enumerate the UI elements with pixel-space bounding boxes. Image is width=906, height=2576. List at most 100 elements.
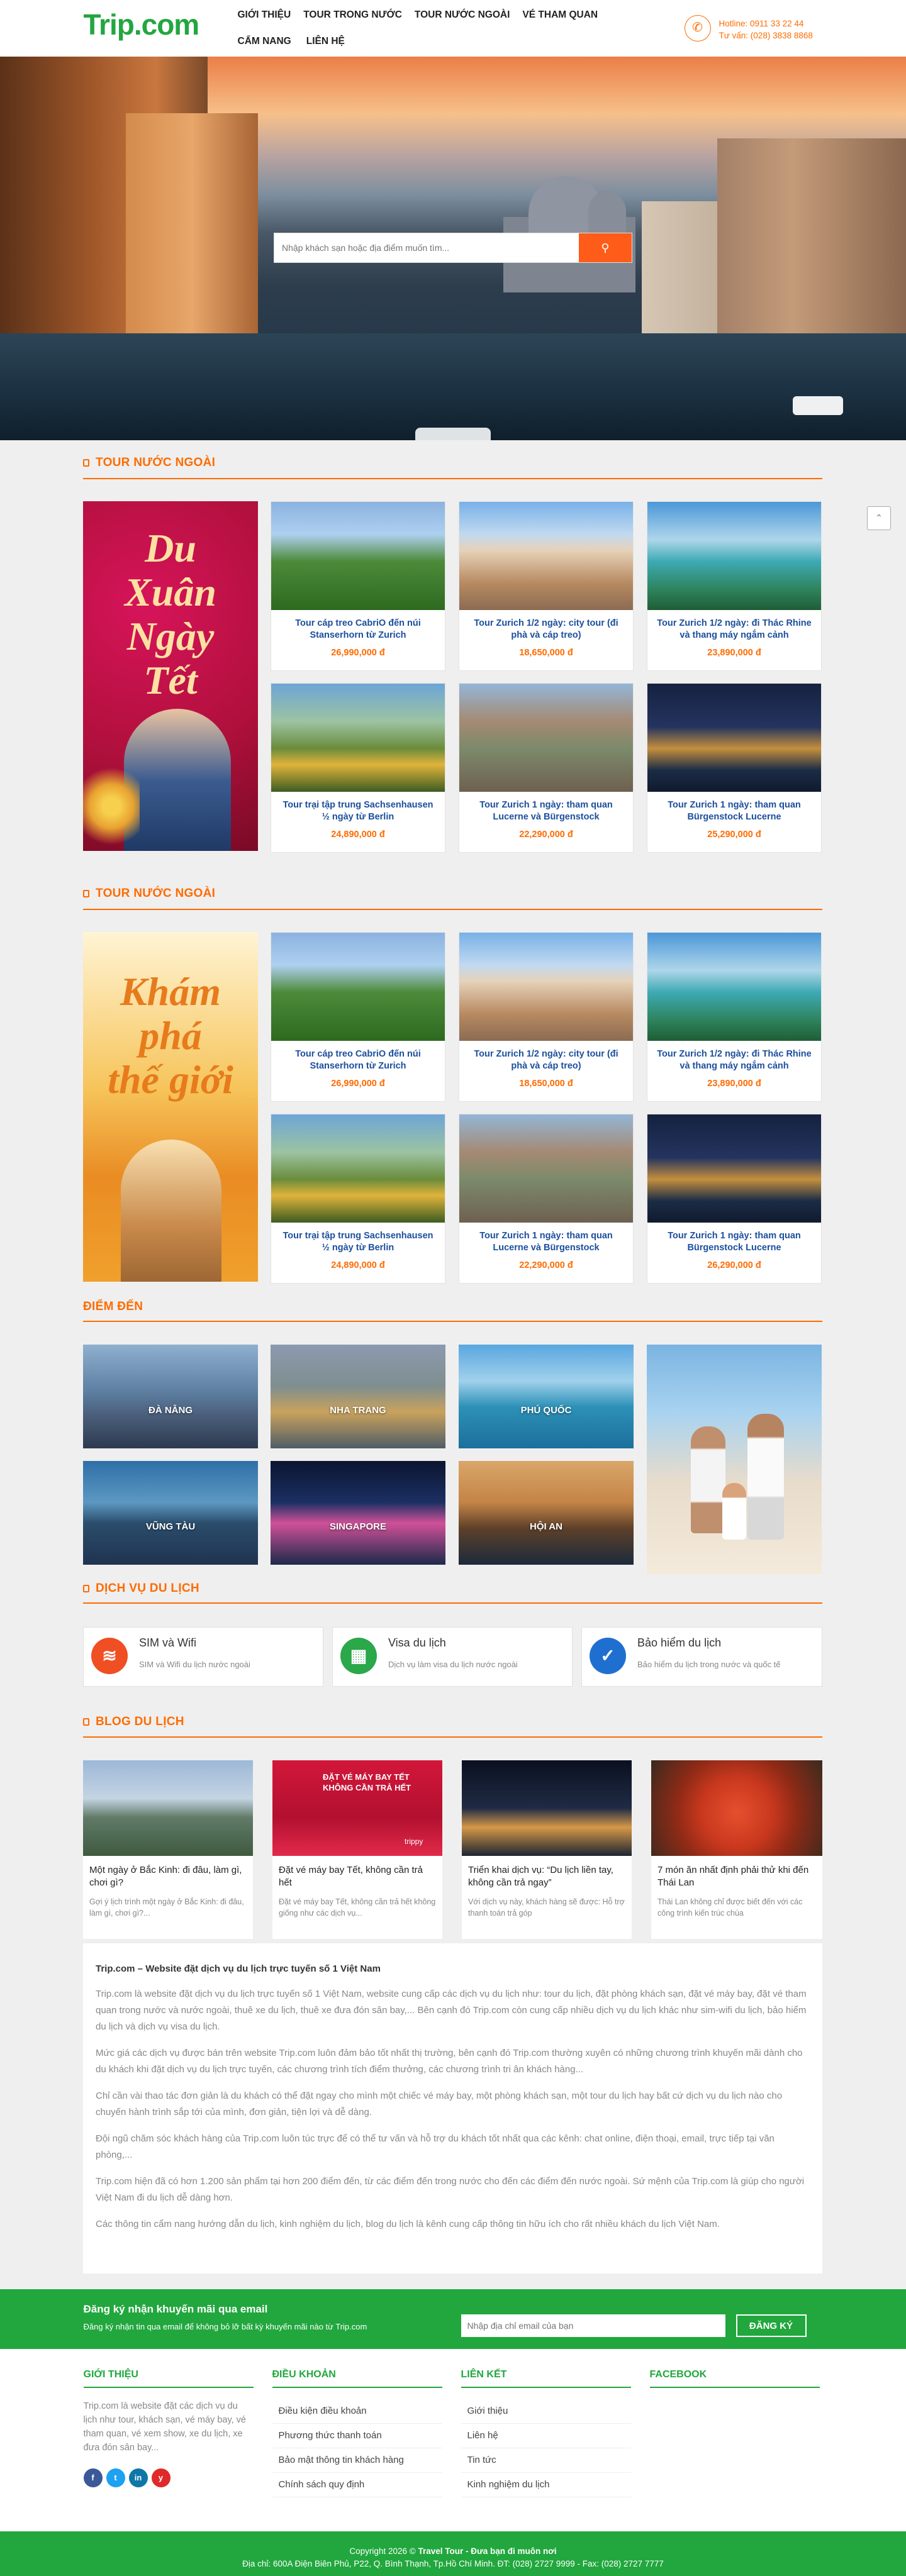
twitter-icon[interactable]: t	[106, 2468, 125, 2487]
promo-banner-explore[interactable]: Khám phá thế giới	[83, 932, 258, 1282]
blog-title[interactable]: Một ngày ở Bắc Kinh: đi đâu, làm gì, chơ…	[89, 1864, 247, 1889]
footer-link[interactable]: Điều kiện điều khoản	[272, 2399, 442, 2424]
service-title[interactable]: SIM và Wifi	[139, 1636, 196, 1650]
tour-name[interactable]: Tour Zurich 1/2 ngày: city tour (đi phà …	[467, 618, 625, 641]
destination-card[interactable]: HỘI AN	[459, 1461, 634, 1565]
footer-link[interactable]: Bảo mật thông tin khách hàng	[272, 2448, 442, 2473]
destination-card[interactable]: ĐÀ NẴNG	[83, 1345, 258, 1448]
footer-heading: ĐIỀU KHOẢN	[272, 2369, 442, 2388]
tour-price: 23,890,000 đ	[707, 1079, 761, 1089]
site-footer: GIỚI THIỆU Trip.com là website đặt các d…	[0, 2349, 906, 2531]
copyright-year: Copyright 2026 ©	[349, 2546, 418, 2556]
tour-name[interactable]: Tour Zurich 1 ngày: tham quan Lucerne và…	[467, 799, 625, 823]
blog-post[interactable]: ĐẶT VÉ MÁY BAY TẾT KHÔNG CẦN TRẢ HẾT trip…	[272, 1760, 442, 1939]
blog-image-text: ĐẶT VÉ MÁY BAY TẾT KHÔNG CẦN TRẢ HẾT	[323, 1772, 411, 1792]
service-title[interactable]: Bảo hiểm du lịch	[637, 1636, 721, 1650]
blog-post[interactable]: Một ngày ở Bắc Kinh: đi đâu, làm gì, chơ…	[83, 1760, 253, 1939]
tour-card[interactable]: Tour Zurich 1/2 ngày: đi Thác Rhine và t…	[647, 501, 822, 671]
destination-card[interactable]: NHA TRANG	[271, 1345, 445, 1448]
copyright-bar: Copyright 2026 © Travel Tour - Đưa bạn đ…	[0, 2531, 906, 2576]
service-card-sim-wifi[interactable]: ≋ SIM và Wifi SIM và Wifi du lịch nước n…	[83, 1627, 323, 1687]
facebook-icon[interactable]: f	[83, 2468, 103, 2487]
destination-label: ĐÀ NẴNG	[148, 1405, 193, 1416]
tour-name[interactable]: Tour trại tập trung Sachsenhausen ½ ngày…	[279, 799, 437, 823]
tour-name[interactable]: Tour trại tập trung Sachsenhausen ½ ngày…	[279, 1230, 437, 1254]
blog-title[interactable]: Đặt vé máy bay Tết, không cần trả hết	[279, 1864, 436, 1889]
footer-col-terms: ĐIỀU KHOẢN Điều kiện điều khoản Phương t…	[272, 2369, 442, 2497]
youtube-icon[interactable]: y	[151, 2468, 171, 2487]
destination-card[interactable]: PHÚ QUỐC	[459, 1345, 634, 1448]
blog-post[interactable]: Triển khai dịch vụ: “Du lịch liền tay, k…	[462, 1760, 632, 1939]
tour-card[interactable]: Tour Zurich 1 ngày: tham quan Bürgenstoc…	[647, 683, 822, 853]
visa-icon: ▦	[340, 1638, 377, 1674]
about-paragraph: Đội ngũ chăm sóc khách hàng của Trip.com…	[96, 2133, 775, 2160]
tour-price: 18,650,000 đ	[519, 1079, 573, 1089]
tour-image	[459, 1114, 633, 1223]
footer-address: Địa chỉ: 600A Điện Biên Phủ, P22, Q. Bìn…	[242, 2559, 664, 2568]
footer-about-text: Trip.com là website đặt các dịch vụ du l…	[83, 2401, 247, 2453]
footer-link[interactable]: Liên hệ	[461, 2424, 631, 2448]
newsletter-subscribe-button[interactable]: ĐĂNG KÝ	[735, 2314, 807, 2337]
tour-name[interactable]: Tour cáp treo CabriO đến núi Stanserhorn…	[279, 1048, 437, 1072]
tour-name[interactable]: Tour Zurich 1/2 ngày: city tour (đi phà …	[467, 1048, 625, 1072]
tour-price: 26,990,000 đ	[331, 648, 385, 658]
section-title-services: DỊCH VỤ DU LỊCH	[83, 1582, 199, 1596]
destination-feature-image[interactable]	[647, 1345, 822, 1574]
service-card-visa[interactable]: ▦ Visa du lịch Dịch vụ làm visa du lịch …	[332, 1627, 573, 1687]
tour-card[interactable]: Tour trại tập trung Sachsenhausen ½ ngày…	[271, 1114, 445, 1284]
destination-card[interactable]: VŨNG TÀU	[83, 1461, 258, 1565]
footer-link[interactable]: Chính sách quy định	[272, 2473, 442, 2497]
blog-image: ĐẶT VÉ MÁY BAY TẾT KHÔNG CẦN TRẢ HẾT trip…	[272, 1760, 442, 1856]
tour-card[interactable]: Tour Zurich 1 ngày: tham quan Lucerne và…	[459, 1114, 634, 1284]
tour-card[interactable]: Tour cáp treo CabriO đến núi Stanserhorn…	[271, 932, 445, 1102]
service-desc: SIM và Wifi du lịch nước ngoài	[139, 1660, 250, 1669]
destination-label: VŨNG TÀU	[145, 1521, 196, 1532]
social-links: f t in y	[83, 2468, 254, 2487]
blog-image	[651, 1760, 822, 1856]
tour-image	[459, 502, 633, 610]
section-title-blog: BLOG DU LỊCH	[83, 1715, 184, 1729]
section-divider	[83, 478, 822, 479]
promo-line: Khám	[120, 969, 221, 1014]
tour-name[interactable]: Tour Zurich 1 ngày: tham quan Bürgenstoc…	[655, 1230, 814, 1254]
about-box: Trip.com – Website đặt dịch vụ du lịch t…	[83, 1943, 822, 2273]
tour-card[interactable]: Tour Zurich 1 ngày: tham quan Bürgenstoc…	[647, 1114, 822, 1284]
tour-name[interactable]: Tour Zurich 1/2 ngày: đi Thác Rhine và t…	[655, 618, 814, 641]
linkedin-icon[interactable]: in	[128, 2468, 148, 2487]
tour-card[interactable]: Tour cáp treo CabriO đến núi Stanserhorn…	[271, 501, 445, 671]
tour-image	[647, 933, 821, 1041]
tour-price: 23,890,000 đ	[707, 648, 761, 658]
service-card-insurance[interactable]: ✓ Bảo hiểm du lịch Bảo hiểm du lịch tron…	[581, 1627, 822, 1687]
footer-link[interactable]: Giới thiệu	[461, 2399, 631, 2424]
tour-price: 18,650,000 đ	[519, 648, 573, 658]
service-title[interactable]: Visa du lịch	[388, 1636, 446, 1650]
tour-card[interactable]: Tour Zurich 1/2 ngày: city tour (đi phà …	[459, 932, 634, 1102]
tour-card[interactable]: Tour Zurich 1/2 ngày: city tour (đi phà …	[459, 501, 634, 671]
destination-card[interactable]: SINGAPORE	[271, 1461, 445, 1565]
promo-banner-tet[interactable]: Du Xuân Ngày Tết	[83, 501, 258, 851]
footer-heading: LIÊN KẾT	[461, 2369, 631, 2388]
blog-title[interactable]: Triển khai dịch vụ: “Du lịch liền tay, k…	[468, 1864, 625, 1889]
about-paragraph: Trip.com là website đặt dịch vụ du lịch …	[96, 1989, 807, 2032]
tour-image	[271, 502, 445, 610]
tour-name[interactable]: Tour Zurich 1 ngày: tham quan Bürgenstoc…	[655, 799, 814, 823]
newsletter-subtitle: Đăng ký nhận tin qua email để không bỏ l…	[83, 2322, 367, 2331]
scroll-top-button[interactable]: ⌃	[867, 506, 891, 530]
tour-name[interactable]: Tour Zurich 1 ngày: tham quan Lucerne và…	[467, 1230, 625, 1254]
section-divider	[83, 909, 822, 910]
destination-label: PHÚ QUỐC	[520, 1405, 572, 1416]
service-desc: Dịch vụ làm visa du lịch nước ngoài	[388, 1660, 518, 1669]
footer-link[interactable]: Tin tức	[461, 2448, 631, 2473]
blog-post[interactable]: 7 món ăn nhất định phải thử khi đến Thái…	[651, 1760, 822, 1939]
footer-link[interactable]: Kinh nghiệm du lịch	[461, 2473, 631, 2497]
blog-title[interactable]: 7 món ăn nhất định phải thử khi đến Thái…	[657, 1864, 815, 1889]
tour-card[interactable]: Tour Zurich 1 ngày: tham quan Lucerne và…	[459, 683, 634, 853]
tour-card[interactable]: Tour Zurich 1/2 ngày: đi Thác Rhine và t…	[647, 932, 822, 1102]
tour-name[interactable]: Tour cáp treo CabriO đến núi Stanserhorn…	[279, 618, 437, 641]
copyright-brand: Travel Tour - Đưa bạn đi muôn nơi	[418, 2546, 557, 2556]
tour-card[interactable]: Tour trại tập trung Sachsenhausen ½ ngày…	[271, 683, 445, 853]
newsletter-email-input[interactable]	[461, 2314, 725, 2337]
section-divider	[83, 1321, 822, 1322]
footer-link[interactable]: Phương thức thanh toán	[272, 2424, 442, 2448]
tour-name[interactable]: Tour Zurich 1/2 ngày: đi Thác Rhine và t…	[655, 1048, 814, 1072]
